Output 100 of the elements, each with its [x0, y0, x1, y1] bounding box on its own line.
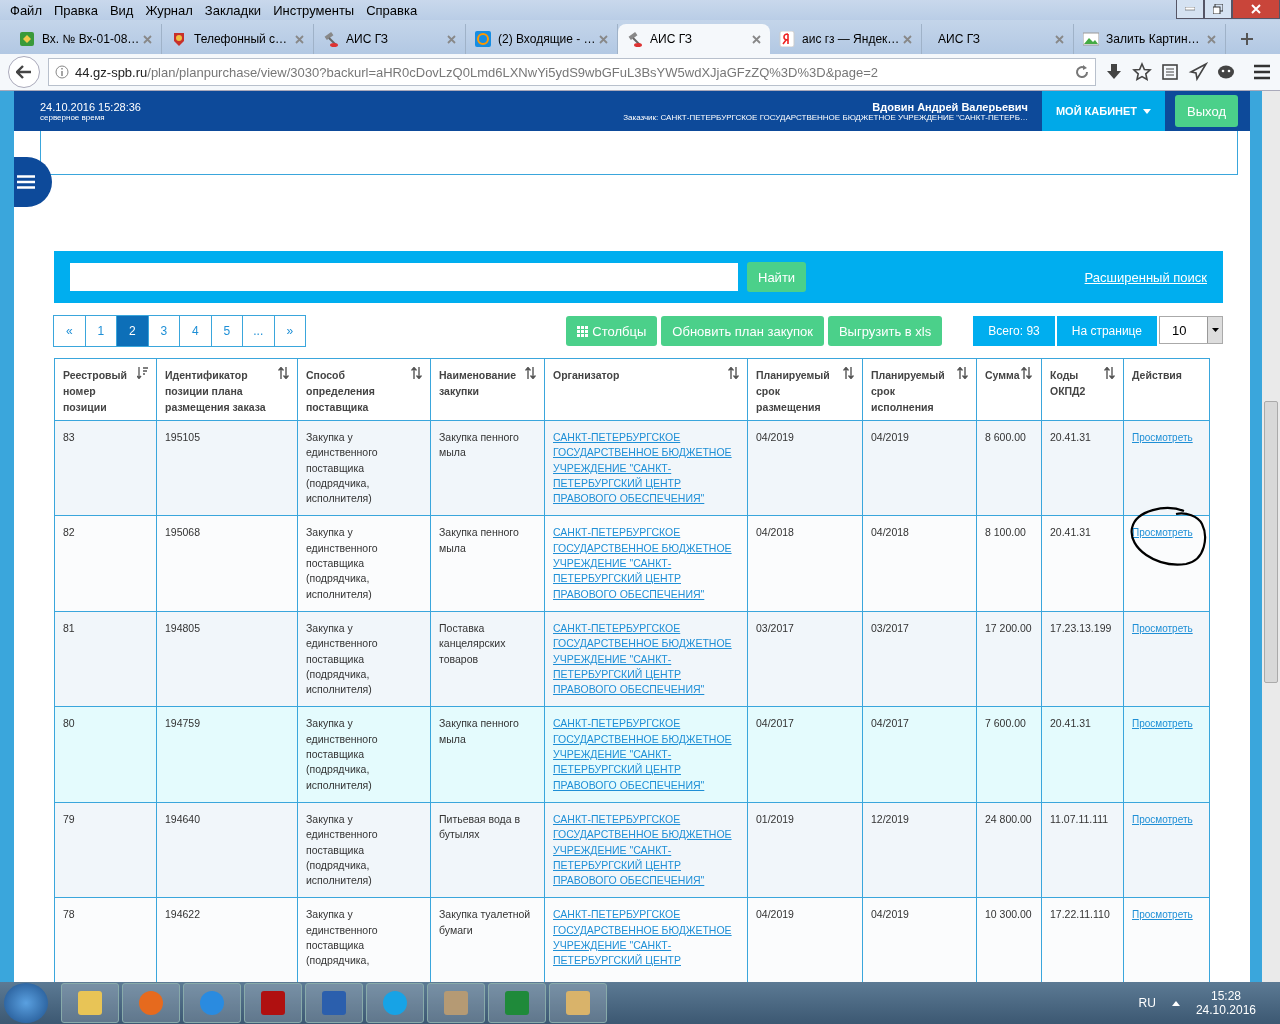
column-header[interactable]: Сумма [976, 358, 1042, 421]
new-tab-icon[interactable] [1240, 32, 1254, 46]
search-field[interactable] [70, 263, 738, 291]
menu-item[interactable]: Журнал [139, 2, 199, 18]
menu-item[interactable]: Файл [4, 2, 48, 18]
view-link[interactable]: Просмотреть [1132, 909, 1193, 921]
view-link[interactable]: Просмотреть [1132, 813, 1193, 825]
scrollbar[interactable] [1262, 91, 1280, 982]
table-cell: 8 100.00 [976, 516, 1042, 612]
table-cell: 04/2017 [862, 706, 977, 803]
table-cell: 24 800.00 [976, 802, 1042, 898]
column-header[interactable]: Организатор [544, 358, 748, 421]
caret-icon [1211, 328, 1219, 332]
page-button[interactable]: ... [242, 315, 275, 347]
column-header[interactable]: Планируемый срок размещения [747, 358, 863, 421]
column-header[interactable]: Способ определения поставщика [297, 358, 431, 421]
column-header[interactable]: Наименование закупки [430, 358, 545, 421]
column-header[interactable]: Реестровый номер позиции [54, 358, 157, 421]
sort-icon[interactable] [525, 367, 536, 379]
sort-icon[interactable] [1020, 367, 1032, 379]
language-indicator[interactable]: RU [1138, 996, 1156, 1010]
table-cell: 04/2019 [747, 420, 863, 516]
list-icon[interactable] [1160, 62, 1180, 82]
menu-icon[interactable] [1252, 62, 1272, 82]
address-field[interactable]: 44.gz-spb.ru/plan/planpurchase/view/3030?backurl=aHR0cDovLzQ0Lmd6LXNwYi5ydS9wbGFuL3BsYW5wdXJjaGFzZQ%3D%3D&page=2 [48, 58, 1096, 86]
gavel-icon [627, 31, 643, 47]
close-icon[interactable] [752, 34, 761, 44]
view-link[interactable]: Просмотреть [1132, 622, 1193, 634]
view-link[interactable]: Просмотреть [1132, 432, 1193, 443]
back-arrow-icon [16, 65, 32, 79]
table-cell: 79 [54, 802, 157, 898]
start-button[interactable] [4, 983, 48, 1023]
sort-descending-icon[interactable] [137, 367, 148, 379]
organizer-link[interactable]: САНКТ-ПЕТЕРБУРГСКОЕ ГОСУДАРСТВЕННОЕ БЮДЖЕТНОЕ УЧРЕЖДЕНИЕ "САНКТ-ПЕТЕРБУРГСКИЙ ЦЕНТР ПРАВОВОГО ОБЕСПЕЧЕНИЯ" [553, 430, 742, 507]
organizer-link[interactable]: САНКТ-ПЕТЕРБУРГСКОЕ ГОСУДАРСТВЕННОЕ БЮДЖЕТНОЕ УЧРЕЖДЕНИЕ "САНКТ-ПЕТЕРБУРГСКИЙ ЦЕНТР ПРАВОВОГО ОБЕСПЕЧЕНИЯ" [553, 811, 742, 889]
page-button[interactable]: 4 [179, 315, 212, 347]
menu-button[interactable] [14, 157, 52, 207]
sort-icon[interactable] [411, 367, 422, 379]
view-link[interactable]: Просмотреть [1132, 718, 1193, 730]
menu-item[interactable]: Справка [360, 2, 424, 18]
page-button[interactable]: 2 [116, 315, 149, 347]
sort-icon[interactable] [1104, 367, 1115, 379]
table-cell: Закупка у единственного поставщика (подрядчика, исполнителя) [297, 706, 431, 803]
column-header[interactable]: Коды ОКПД2 [1041, 358, 1124, 421]
table-cell: 04/2018 [862, 516, 977, 612]
table-cell: Закупка у единственного поставщика (подрядчика, исполнителя) [297, 802, 431, 898]
column-header[interactable]: Планируемый срок исполнения [862, 358, 977, 421]
table-cell: Закупка у единственного поставщика (подрядчика, исполнителя) [297, 611, 431, 707]
organizer-link[interactable]: САНКТ-ПЕТЕРБУРГСКОЕ ГОСУДАРСТВЕННОЕ БЮДЖЕТНОЕ УЧРЕЖДЕНИЕ "САНКТ-ПЕТЕРБУРГСКИЙ ЦЕНТР ПРАВОВОГО ОБЕСПЕЧЕНИЯ" [553, 525, 742, 602]
table-cell: 20.41.31 [1041, 706, 1124, 803]
info-icon [55, 65, 69, 79]
menu-item[interactable]: Правка [47, 2, 104, 18]
page-button[interactable]: « [53, 315, 86, 347]
table-cell: Закупка у единственного поставщика (подрядчика, исполнителя) [297, 516, 431, 612]
page-button[interactable]: » [273, 315, 306, 347]
restore-button[interactable] [1204, 0, 1232, 19]
per-page-select[interactable]: 10 [1159, 316, 1223, 344]
close-button[interactable] [1232, 0, 1280, 19]
sort-icon[interactable] [278, 367, 289, 379]
menu-item[interactable]: Вид [103, 2, 140, 18]
grid-icon [577, 325, 589, 337]
organizer-link[interactable]: САНКТ-ПЕТЕРБУРГСКОЕ ГОСУДАРСТВЕННОЕ БЮДЖЕТНОЕ УЧРЕЖДЕНИЕ "САНКТ-ПЕТЕРБУРГСКИЙ ЦЕНТР [553, 907, 742, 969]
menu-icon [17, 175, 35, 189]
emblem-icon [171, 31, 187, 47]
star-icon[interactable] [1132, 62, 1152, 82]
image-icon [1083, 31, 1099, 47]
table-cell: 194759 [156, 706, 298, 803]
table-cell: Закупка пенного мыла [430, 420, 545, 516]
browser-tab[interactable]: АИС ГЗ [618, 24, 770, 54]
table-cell: Закупка у единственного поставщика (подрядчика, исполнителя) [297, 420, 431, 516]
reload-icon[interactable] [1075, 65, 1089, 79]
back-button[interactable] [8, 56, 40, 88]
organizer-link[interactable]: САНКТ-ПЕТЕРБУРГСКОЕ ГОСУДАРСТВЕННОЕ БЮДЖЕТНОЕ УЧРЕЖДЕНИЕ "САНКТ-ПЕТЕРБУРГСКИЙ ЦЕНТР ПРАВОВОГО ОБЕСПЕЧЕНИЯ" [553, 716, 742, 793]
table-cell: 04/2019 [862, 420, 977, 516]
table-cell: 80 [54, 706, 157, 803]
taskbar-app[interactable] [61, 983, 119, 1023]
taskbar-app[interactable] [305, 983, 363, 1023]
clock[interactable]: 15:28 24.10.2016 [1195, 989, 1256, 1017]
tray-arrow-icon[interactable] [1171, 1000, 1180, 1006]
table-cell: Поставка канцелярских товаров [430, 611, 545, 707]
total-count: Всего: 93 [973, 316, 1055, 346]
sort-icon[interactable] [957, 367, 968, 379]
table-cell: 195068 [156, 516, 298, 612]
customer-name: Заказчик: САНКТ-ПЕТЕРБУРГСКОЕ ГОСУДАРСТВЕННОЕ БЮДЖЕТНОЕ УЧРЕЖДЕНИЕ "САНКТ-ПЕТЕРБ… [623, 112, 1028, 122]
column-header[interactable]: Идентификатор позиции плана размещения заказа [156, 358, 298, 421]
organizer-link[interactable]: САНКТ-ПЕТЕРБУРГСКОЕ ГОСУДАРСТВЕННОЕ БЮДЖЕТНОЕ УЧРЕЖДЕНИЕ "САНКТ-ПЕТЕРБУРГСКИЙ ЦЕНТР ПРАВОВОГО ОБЕСПЕЧЕНИЯ" [553, 620, 742, 698]
table-cell: 195105 [156, 420, 298, 516]
sort-icon[interactable] [728, 367, 739, 379]
paper-plane-icon[interactable] [1188, 62, 1208, 82]
menu-item[interactable]: Закладки [198, 2, 268, 18]
close-icon [1251, 4, 1261, 14]
restore-icon [1213, 4, 1223, 14]
menu-item[interactable]: Инструменты [267, 2, 361, 18]
table-cell: 01/2019 [747, 802, 863, 898]
table-cell: 03/2017 [862, 611, 977, 707]
sort-icon[interactable] [843, 367, 854, 379]
table-cell: 17 200.00 [976, 611, 1042, 707]
taskbar-app[interactable] [244, 983, 302, 1023]
minimize-button[interactable] [1176, 0, 1204, 19]
table-cell: 7 600.00 [976, 706, 1042, 803]
